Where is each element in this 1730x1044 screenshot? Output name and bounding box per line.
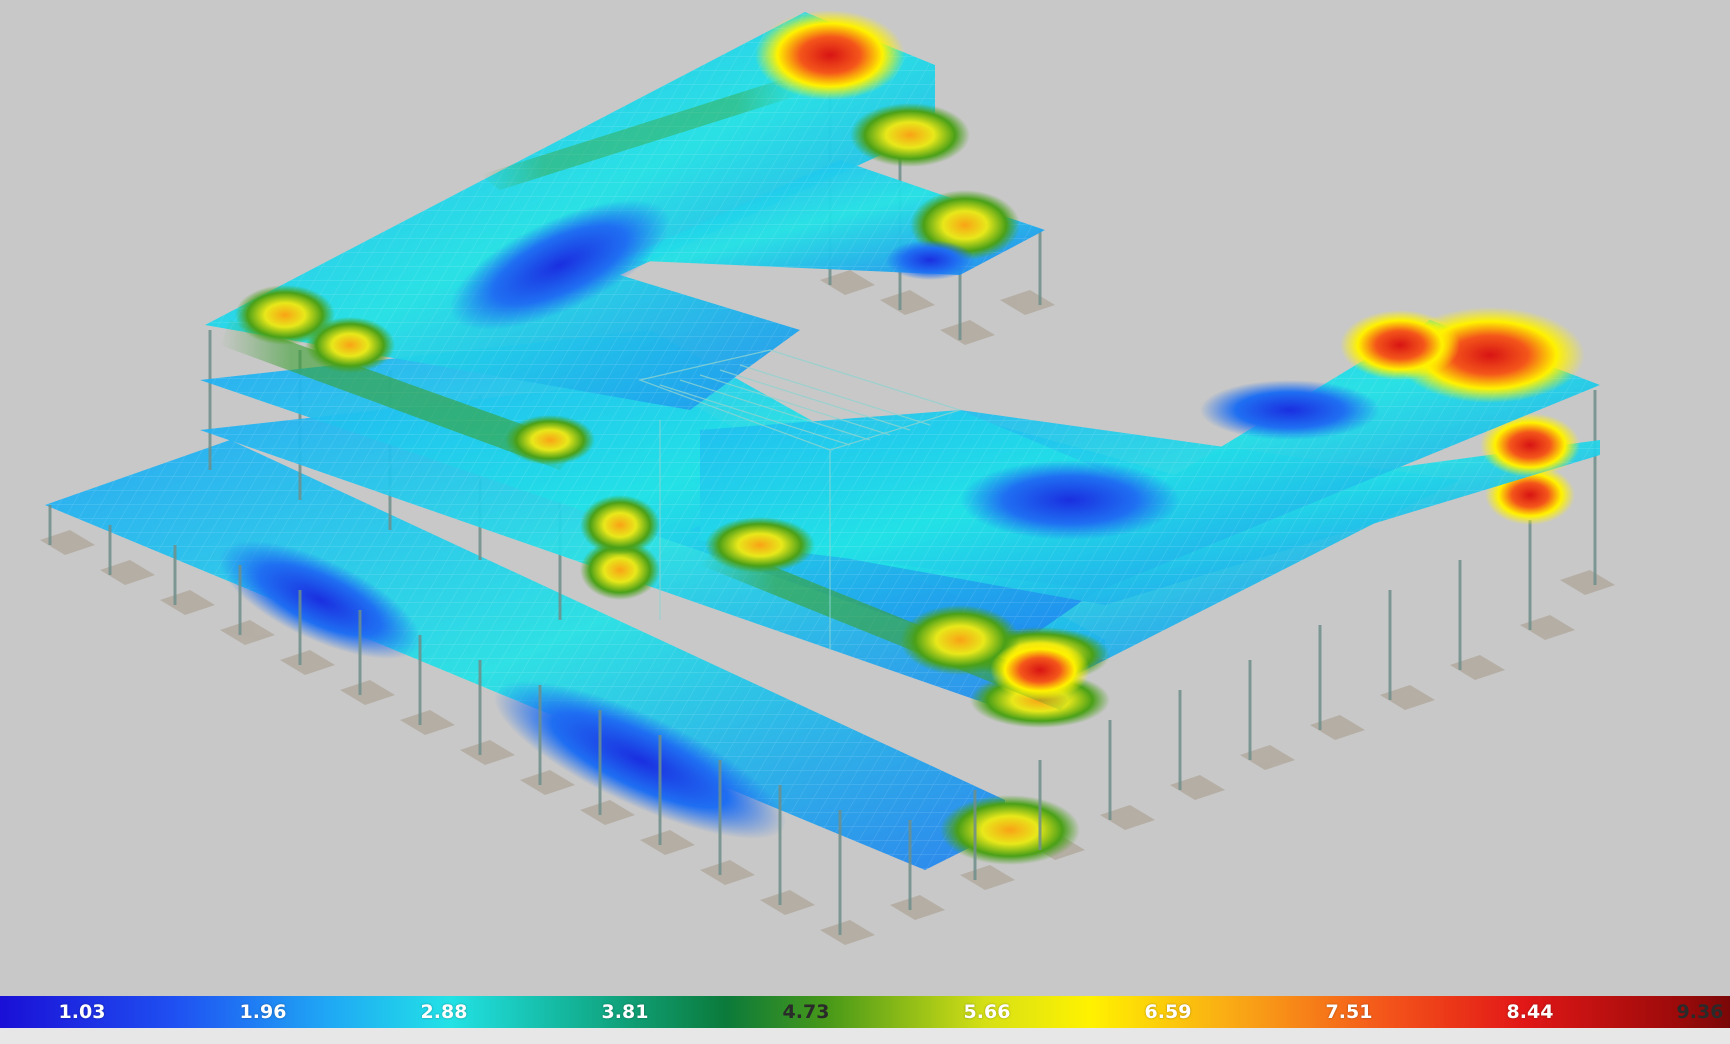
status-strip — [0, 1028, 1730, 1044]
model-viewport[interactable] — [0, 0, 1730, 996]
legend-tick: 6.59 — [1144, 1001, 1192, 1023]
color-scale-legend: 1.03 1.96 2.88 3.81 4.73 5.66 6.59 7.51 … — [0, 996, 1730, 1028]
legend-tick: 4.73 — [782, 1001, 830, 1023]
legend-tick: 9.36 — [1676, 1001, 1724, 1023]
legend-tick: 2.88 — [420, 1001, 468, 1023]
legend-tick: 3.81 — [601, 1001, 649, 1023]
building-model-3d[interactable] — [0, 0, 1730, 996]
legend-tick: 1.96 — [239, 1001, 287, 1023]
legend-tick: 5.66 — [963, 1001, 1011, 1023]
legend-tick: 8.44 — [1506, 1001, 1554, 1023]
legend-tick: 1.03 — [58, 1001, 106, 1023]
legend-tick: 7.51 — [1325, 1001, 1373, 1023]
